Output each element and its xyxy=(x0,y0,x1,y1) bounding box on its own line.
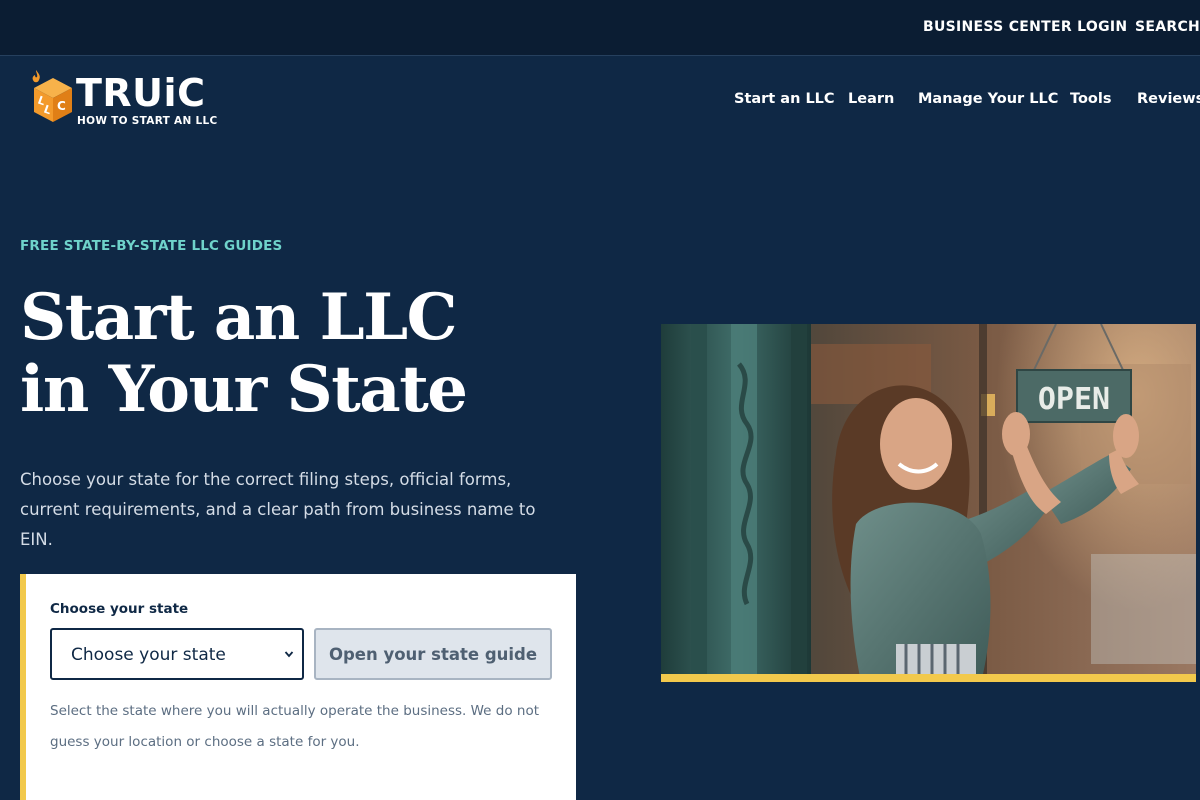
nav-learn[interactable]: Learn xyxy=(848,91,894,107)
state-select[interactable]: Choose your state xyxy=(50,628,304,680)
headline-line-2: in Your State xyxy=(20,352,468,427)
utility-bar: BUSINESS CENTER LOGIN SEARCH xyxy=(0,0,1200,56)
photo-accent-bar xyxy=(661,674,1196,682)
hero-intro: Choose your state for the correct filing… xyxy=(20,470,536,549)
open-sign-text: OPEN xyxy=(1038,382,1110,417)
logo-wordmark: TRUiC xyxy=(76,71,206,115)
search-link[interactable]: SEARCH xyxy=(1135,19,1200,35)
state-picker-help: Select the state where you will actually… xyxy=(50,703,540,750)
headline-line-1: Start an LLC xyxy=(20,280,458,355)
hero-eyebrow: FREE STATE-BY-STATE LLC GUIDES xyxy=(20,238,283,254)
hero-photo: OPEN xyxy=(661,324,1196,682)
flame-icon xyxy=(32,70,40,83)
state-picker-card: Choose your state Choose your state Open… xyxy=(20,574,576,800)
nav-manage-your-llc[interactable]: Manage Your LLC xyxy=(918,91,1058,107)
logo-tagline: HOW TO START AN LLC xyxy=(77,115,218,127)
nav-start-an-llc[interactable]: Start an LLC xyxy=(734,91,835,107)
nav-reviews[interactable]: Reviews xyxy=(1137,91,1200,107)
chevron-down-icon xyxy=(284,651,294,658)
open-state-guide-button[interactable]: Open your state guide xyxy=(314,628,552,680)
nav-tools[interactable]: Tools xyxy=(1070,91,1112,107)
hero-headline: Start an LLC in Your State xyxy=(20,282,620,426)
truic-logo[interactable]: L L C TRUiC HOW TO START AN LLC xyxy=(30,70,218,132)
state-select-label: Choose your state xyxy=(50,601,189,617)
state-select-value: Choose your state xyxy=(71,645,226,665)
svg-text:C: C xyxy=(57,99,66,113)
business-center-login-link[interactable]: BUSINESS CENTER LOGIN xyxy=(923,19,1127,35)
shop-owner-open-sign-image: OPEN xyxy=(661,324,1196,682)
